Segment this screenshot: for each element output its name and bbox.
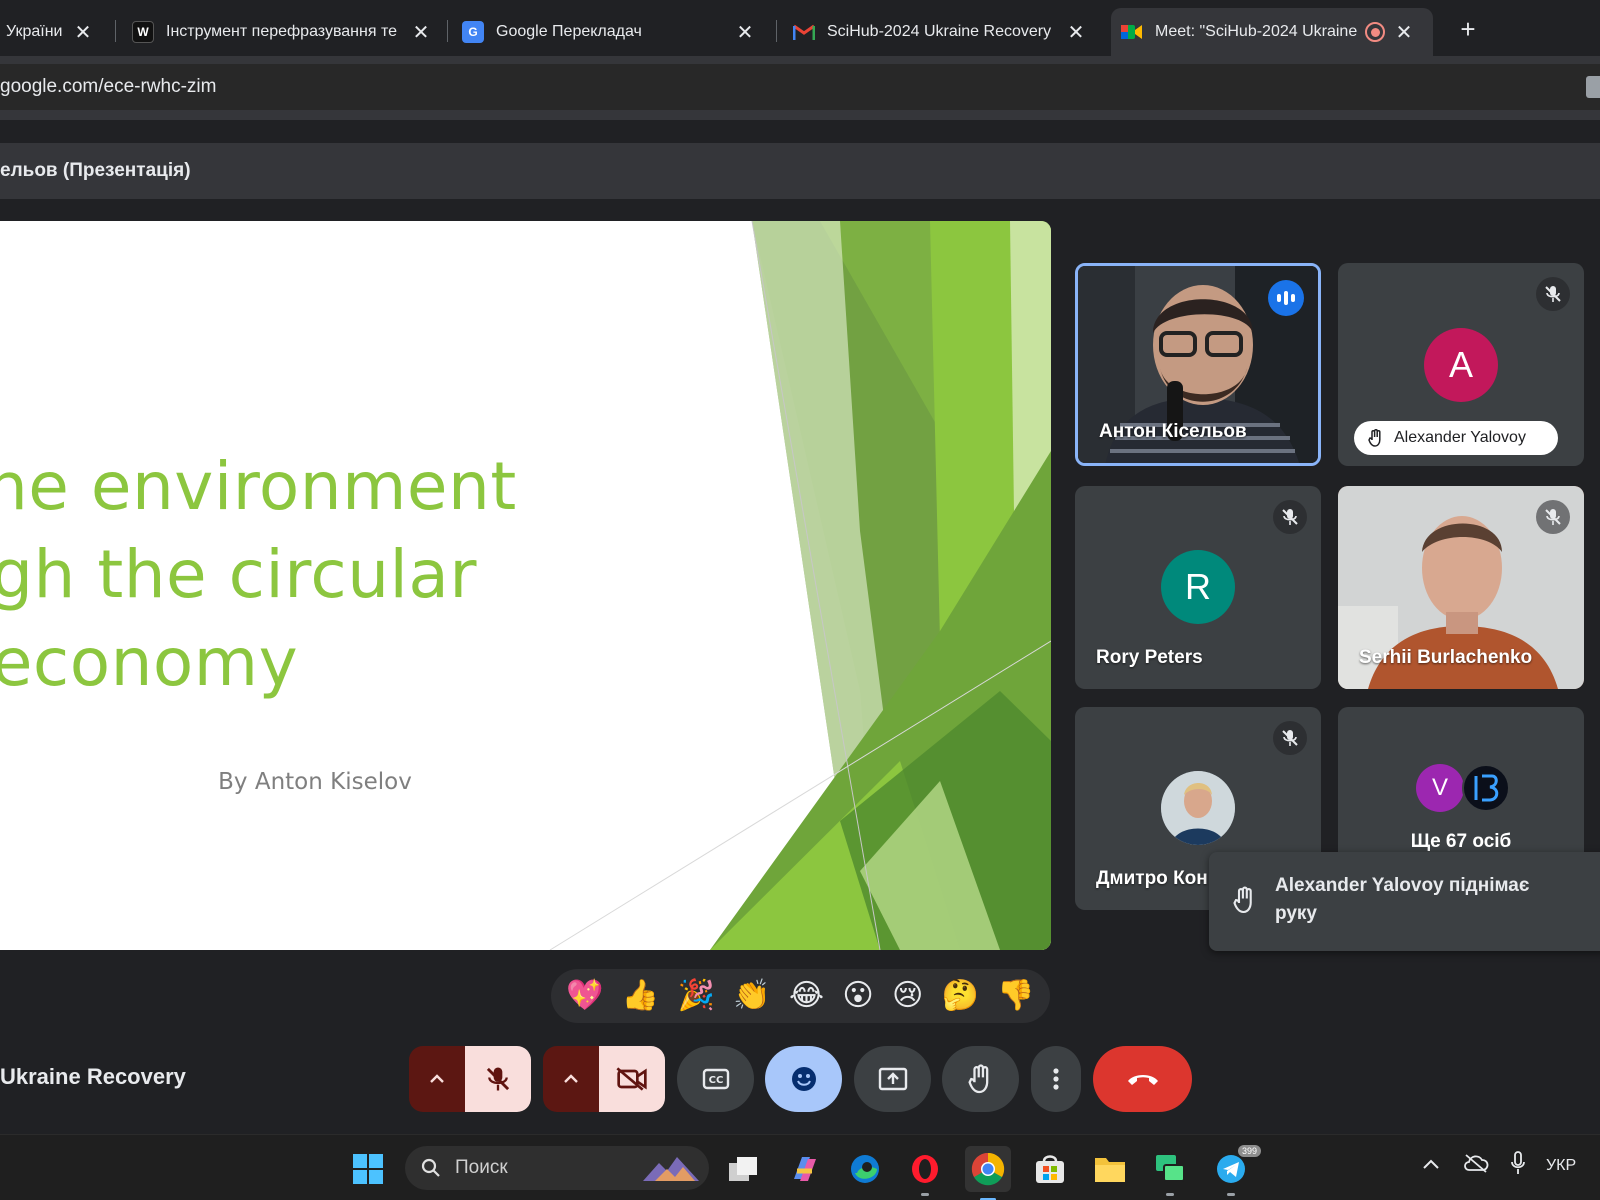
participant-tile-anton[interactable]: Антон Кісельов xyxy=(1075,263,1321,466)
windows-start-icon[interactable] xyxy=(350,1151,386,1187)
recording-icon xyxy=(1365,22,1385,42)
hand-icon xyxy=(1233,886,1252,914)
tray-overflow-chevron-icon[interactable] xyxy=(1422,1157,1440,1175)
slide-title: lping the environment through the circul… xyxy=(0,448,517,701)
cloud-offline-icon[interactable] xyxy=(1463,1153,1489,1178)
reaction-laugh[interactable]: 😂 xyxy=(789,981,824,1011)
raise-hand-icon xyxy=(967,1064,988,1094)
avatar xyxy=(1161,771,1235,845)
more-vert-icon xyxy=(1053,1068,1059,1090)
captions-button[interactable]: CC xyxy=(677,1046,754,1112)
reaction-thumbs-down[interactable]: 👎 xyxy=(997,981,1034,1011)
search-highlight-icon xyxy=(643,1157,699,1181)
present-screen-button[interactable] xyxy=(854,1046,931,1112)
camera-off-icon xyxy=(616,1067,647,1091)
close-icon[interactable]: ✕ xyxy=(410,20,432,45)
slide-author: By Anton Kiselov xyxy=(218,769,412,795)
participant-tile-serhii[interactable]: Serhii Burlachenko xyxy=(1338,486,1584,689)
search-icon xyxy=(421,1158,440,1177)
taskbar-search-box[interactable]: Поиск xyxy=(405,1146,709,1190)
reactions-button[interactable] xyxy=(765,1046,842,1112)
reaction-party[interactable]: 🎉 xyxy=(678,981,715,1011)
participant-tile-alexander[interactable]: A Alexander Yalovoy xyxy=(1338,263,1584,466)
mic-control xyxy=(409,1046,531,1112)
audio-options-chevron-icon[interactable] xyxy=(409,1046,465,1112)
tab-meet[interactable]: Meet: "SciHub-2024 Ukraine ✕ xyxy=(1111,8,1433,56)
address-bar: google.com/ece-rwhc-zim xyxy=(0,56,1600,120)
tab-divider xyxy=(447,20,448,42)
hand-icon xyxy=(1368,429,1381,447)
close-icon[interactable]: ✕ xyxy=(734,20,756,45)
edge-icon[interactable] xyxy=(847,1151,883,1187)
mic-off-icon xyxy=(1536,500,1570,534)
microsoft-store-icon[interactable] xyxy=(1032,1151,1068,1187)
taskbar: Поиск 399 УКР xyxy=(0,1134,1600,1200)
emoji-icon xyxy=(791,1067,816,1091)
svg-text:CC: CC xyxy=(708,1075,723,1086)
meet-icon xyxy=(1121,21,1143,43)
tab-google-translate[interactable]: G Google Перекладач ✕ xyxy=(452,8,770,56)
google-translate-icon: G xyxy=(462,21,484,43)
meeting-name: Ukraine Recovery xyxy=(0,1064,186,1089)
avatar: V xyxy=(1416,764,1464,812)
mic-off-icon xyxy=(1273,721,1307,755)
remote-desktop-icon[interactable] xyxy=(1152,1151,1188,1196)
mic-off-button[interactable] xyxy=(465,1046,531,1112)
tab-paraphrase-tool[interactable]: W Інструмент перефразування те ✕ xyxy=(122,8,446,56)
wordtune-icon: W xyxy=(132,21,154,43)
file-explorer-icon[interactable] xyxy=(1092,1151,1128,1187)
hand-raised-toast[interactable]: Alexander Yalovoy піднімає руку xyxy=(1209,852,1600,951)
tab-divider xyxy=(776,20,777,42)
translate-page-icon[interactable] xyxy=(1586,76,1600,98)
mic-off-icon xyxy=(1536,277,1570,311)
tab-divider xyxy=(115,20,116,42)
participant-tile-rory[interactable]: R Rory Peters xyxy=(1075,486,1321,689)
leave-call-button[interactable] xyxy=(1093,1046,1192,1112)
tab-strip: України, ✕ W Інструмент перефразування т… xyxy=(0,0,1600,56)
gmail-icon xyxy=(793,21,815,43)
input-language[interactable]: УКР xyxy=(1546,1157,1576,1175)
reactions-bar: 💖 👍 🎉 👏 😂 😮 😢 🤔 👎 xyxy=(551,969,1050,1023)
raise-hand-button[interactable] xyxy=(942,1046,1019,1112)
more-options-button[interactable] xyxy=(1031,1046,1081,1112)
telegram-icon[interactable]: 399 xyxy=(1213,1145,1261,1196)
shared-slide: lping the environment through the circul… xyxy=(0,221,1051,950)
microphone-icon[interactable] xyxy=(1510,1151,1526,1180)
end-call-icon xyxy=(1127,1075,1158,1085)
speaking-indicator-icon xyxy=(1268,280,1304,316)
new-tab-icon[interactable]: + xyxy=(1452,14,1484,46)
mic-off-icon xyxy=(486,1067,510,1091)
avatar xyxy=(1462,764,1510,812)
close-icon[interactable]: ✕ xyxy=(72,20,94,45)
captions-icon: CC xyxy=(702,1068,729,1090)
reaction-sad[interactable]: 😢 xyxy=(892,981,923,1011)
video-options-chevron-icon[interactable] xyxy=(543,1046,599,1112)
avatar: A xyxy=(1424,328,1498,402)
chrome-icon[interactable] xyxy=(965,1146,1011,1200)
avatar: R xyxy=(1161,550,1235,624)
close-icon[interactable]: ✕ xyxy=(1065,20,1087,45)
task-view-icon[interactable] xyxy=(725,1151,761,1187)
others-count: Ще 67 осіб xyxy=(1410,831,1512,852)
reaction-heart[interactable]: 💖 xyxy=(566,981,603,1011)
reaction-thumbs-up[interactable]: 👍 xyxy=(622,981,659,1011)
present-screen-icon xyxy=(878,1067,907,1091)
mic-off-icon xyxy=(1273,500,1307,534)
camera-off-button[interactable] xyxy=(599,1046,665,1112)
tab-ukraine[interactable]: України, ✕ xyxy=(0,8,108,56)
raised-hand-chip: Alexander Yalovoy xyxy=(1354,421,1558,455)
close-icon[interactable]: ✕ xyxy=(1393,20,1415,45)
tab-gmail[interactable]: SciHub-2024 Ukraine Recovery ✕ xyxy=(783,8,1101,56)
meet-top-strip xyxy=(0,120,1600,143)
url-field[interactable]: google.com/ece-rwhc-zim xyxy=(0,64,1600,110)
copilot-icon[interactable] xyxy=(786,1151,822,1187)
opera-icon[interactable] xyxy=(907,1151,943,1196)
reaction-surprised[interactable]: 😮 xyxy=(842,981,873,1011)
presentation-header: ельов (Презентація) xyxy=(0,143,1600,199)
notification-badge: 399 xyxy=(1237,1145,1261,1157)
reaction-clap[interactable]: 👏 xyxy=(733,981,770,1011)
camera-control xyxy=(543,1046,665,1112)
reaction-thinking[interactable]: 🤔 xyxy=(942,981,979,1011)
screen: України, ✕ W Інструмент перефразування т… xyxy=(0,0,1600,1200)
